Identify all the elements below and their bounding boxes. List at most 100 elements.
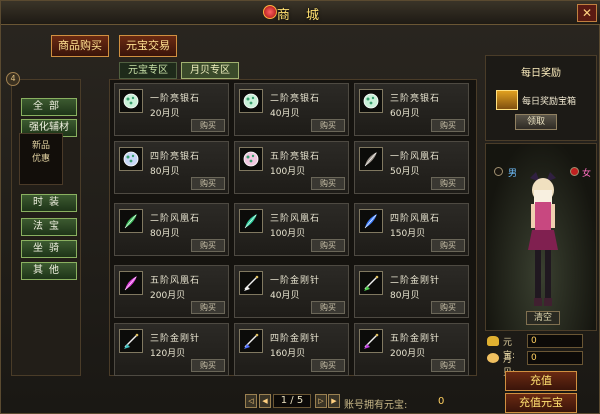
item-card[interactable]: 四阶亮银石 80月贝购买 xyxy=(114,141,229,194)
phoenix-feather-icon[interactable] xyxy=(359,147,383,171)
promo-line-2: 优惠 xyxy=(31,154,50,164)
item-price: 20月贝 xyxy=(150,109,180,119)
item-price: 160月贝 xyxy=(270,349,306,359)
item-name: 二阶金刚针 xyxy=(390,276,441,286)
item-price: 200月贝 xyxy=(150,291,186,301)
item-card[interactable]: 四阶风凰石 150月贝 购买 xyxy=(354,203,469,256)
silver-stone-icon[interactable] xyxy=(359,89,383,113)
buy-button[interactable]: 购买 xyxy=(311,239,345,252)
buy-button[interactable]: 购买 xyxy=(311,301,345,314)
clear-preview-button[interactable]: 清空 xyxy=(526,311,560,325)
item-card[interactable]: 三阶亮银石 60月贝购买 xyxy=(354,83,469,136)
sidebar-item-all[interactable]: 全部 xyxy=(21,98,77,116)
buy-button[interactable]: 购买 xyxy=(191,359,225,372)
recharge-yuanbao-button[interactable]: 充值元宝 xyxy=(505,393,577,413)
close-button[interactable]: ✕ xyxy=(577,4,597,22)
buy-button[interactable]: 购买 xyxy=(311,177,345,190)
item-price: 80月贝 xyxy=(150,167,180,177)
buy-button[interactable]: 购买 xyxy=(191,239,225,252)
vajra-needle-icon[interactable] xyxy=(239,271,263,295)
phoenix-feather-icon[interactable] xyxy=(359,209,383,233)
yuanbao-icon xyxy=(487,336,499,346)
item-name: 三阶风凰石 xyxy=(270,214,321,224)
item-name: 四阶风凰石 xyxy=(390,214,441,224)
item-name: 一阶亮银石 xyxy=(150,94,201,104)
phoenix-feather-icon[interactable] xyxy=(119,271,143,295)
item-name: 三阶亮银石 xyxy=(390,94,441,104)
male-radio[interactable] xyxy=(494,167,503,176)
item-price: 200月贝 xyxy=(390,349,426,359)
nav-count-badge: 4 xyxy=(6,72,20,86)
item-card[interactable]: 五阶亮银石 100月贝 购买 xyxy=(234,141,349,194)
sidebar-item-other[interactable]: 其他 xyxy=(21,262,77,280)
item-card[interactable]: 四阶金刚针 160月贝 购买 xyxy=(234,323,349,376)
yuanbao-value: 0 xyxy=(527,334,583,348)
buy-button[interactable]: 购买 xyxy=(431,177,465,190)
item-card[interactable]: 二阶亮银石 40月贝 购买 xyxy=(234,83,349,136)
claim-button[interactable]: 领取 xyxy=(515,114,557,130)
silver-stone-icon[interactable] xyxy=(119,147,143,171)
item-card[interactable]: 三阶风凰石 100月贝 购买 xyxy=(234,203,349,256)
buy-button[interactable]: 购买 xyxy=(191,177,225,190)
item-card[interactable]: 一阶金刚针 40月贝 购买 xyxy=(234,265,349,318)
buy-button[interactable]: 购买 xyxy=(431,301,465,314)
recharge-button[interactable]: 充值 xyxy=(505,371,577,391)
item-card[interactable]: 二阶风凰石 80月贝购买 xyxy=(114,203,229,256)
item-price: 60月贝 xyxy=(390,109,420,119)
item-name: 五阶金刚针 xyxy=(390,334,441,344)
new-promo-box[interactable]: 新品 优惠 xyxy=(19,133,63,185)
buy-button[interactable]: 购买 xyxy=(431,359,465,372)
last-page-button[interactable]: ▶ xyxy=(328,394,340,408)
sidebar-item-treasure[interactable]: 法宝 xyxy=(21,218,77,236)
buy-button[interactable]: 购买 xyxy=(311,359,345,372)
first-page-button[interactable]: ◀ xyxy=(259,394,271,408)
item-card[interactable]: 三阶金刚针 120月贝 购买 xyxy=(114,323,229,376)
female-label: 女 xyxy=(582,169,592,179)
sidebar-item-fashion[interactable]: 时装 xyxy=(21,194,77,212)
page-indicator: 1 / 5 xyxy=(273,394,311,408)
item-name: 二阶风凰石 xyxy=(150,214,201,224)
vajra-needle-icon[interactable] xyxy=(119,329,143,353)
shop-window: 商 城 ✕ 商品购买 元宝交易 元宝专区 月贝专区 4 全部 强化辅材 时装 法… xyxy=(0,0,600,414)
tab-yuanbao-trade[interactable]: 元宝交易 xyxy=(119,35,177,57)
vajra-needle-icon[interactable] xyxy=(239,329,263,353)
daily-reward-title: 每日奖励 xyxy=(521,68,561,79)
silver-stone-icon[interactable] xyxy=(119,89,143,113)
next-page-button[interactable]: ▷ xyxy=(315,394,327,408)
vajra-needle-icon[interactable] xyxy=(359,271,383,295)
item-price: 80月贝 xyxy=(150,229,180,239)
phoenix-feather-icon[interactable] xyxy=(119,209,143,233)
buy-button[interactable]: 购买 xyxy=(311,119,345,132)
male-label: 男 xyxy=(508,169,518,179)
character-model xyxy=(528,172,558,306)
item-name: 四阶亮银石 xyxy=(150,152,201,162)
item-card[interactable]: 五阶风凰石 200月贝 购买 xyxy=(114,265,229,318)
treasure-chest-icon[interactable] xyxy=(496,90,518,110)
item-name: 五阶风凰石 xyxy=(150,276,201,286)
female-radio[interactable] xyxy=(570,167,579,176)
item-card[interactable]: 二阶金刚针 80月贝 购买 xyxy=(354,265,469,318)
silver-stone-icon[interactable] xyxy=(239,147,263,171)
yuebei-icon xyxy=(487,353,499,363)
item-card[interactable]: 一阶亮银石 20月贝购买 xyxy=(114,83,229,136)
promo-line-1: 新品 xyxy=(31,141,50,151)
item-name: 一阶金刚针 xyxy=(270,276,321,286)
tab-goods-purchase[interactable]: 商品购买 xyxy=(51,35,109,57)
buy-button[interactable]: 购买 xyxy=(431,239,465,252)
item-card[interactable]: 一阶风凰石 50月贝 购买 xyxy=(354,141,469,194)
vajra-needle-icon[interactable] xyxy=(359,329,383,353)
item-name: 三阶金刚针 xyxy=(150,334,201,344)
sidebar-item-mount[interactable]: 坐骑 xyxy=(21,240,77,258)
buy-button[interactable]: 购买 xyxy=(431,119,465,132)
silver-stone-icon[interactable] xyxy=(239,89,263,113)
prev-page-button[interactable]: ◁ xyxy=(245,394,257,408)
item-card[interactable]: 五阶金刚针 200月贝 购买 xyxy=(354,323,469,376)
tab-yuebei-zone[interactable]: 月贝专区 xyxy=(181,62,239,79)
buy-button[interactable]: 购买 xyxy=(191,301,225,314)
tab-yuanbao-zone[interactable]: 元宝专区 xyxy=(119,62,177,79)
buy-button[interactable]: 购买 xyxy=(191,119,225,132)
item-price: 100月贝 xyxy=(270,229,306,239)
phoenix-feather-icon[interactable] xyxy=(239,209,263,233)
title-bar[interactable]: 商 城 ✕ xyxy=(1,1,600,25)
character-preview: 男 女 清空 xyxy=(485,143,597,331)
